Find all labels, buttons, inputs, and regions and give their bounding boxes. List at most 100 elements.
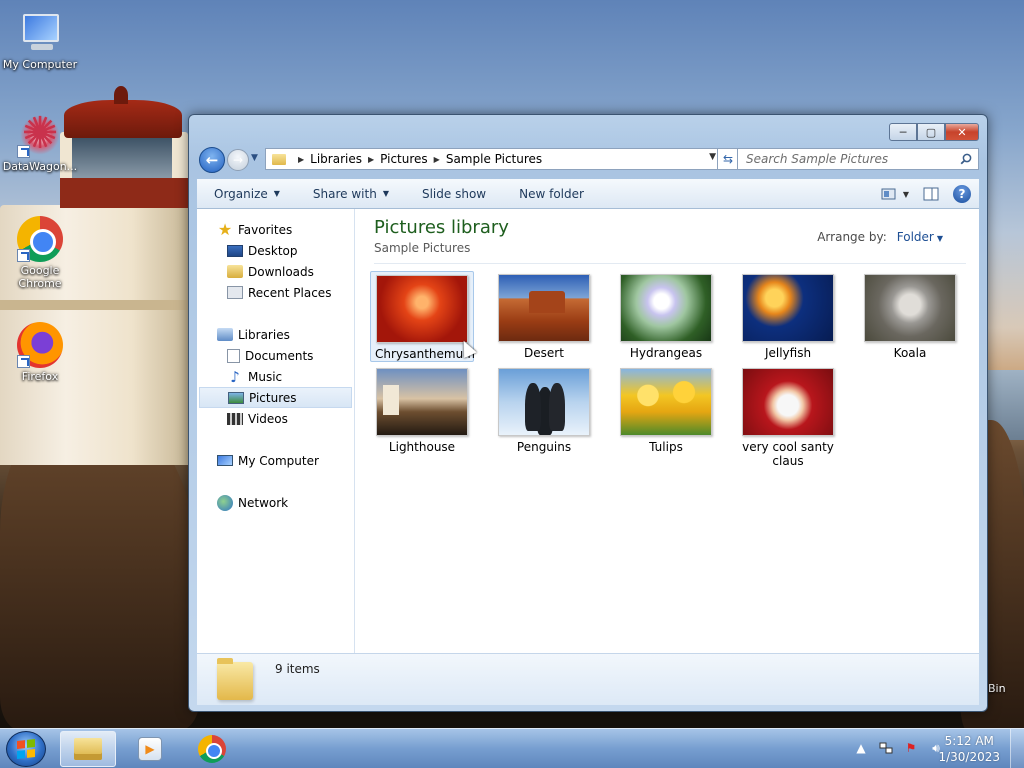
nav-item-videos[interactable]: Videos [197,408,354,429]
minimize-button[interactable]: ─ [889,123,917,141]
chevron-down-icon[interactable]: ▼ [937,234,943,243]
chevron-down-icon: ▼ [251,153,258,163]
recycle-bin-label-partial[interactable]: Bin [988,682,1006,695]
media-player-icon: ▶ [138,737,162,761]
organize-menu-button[interactable]: Organize ▼ [197,179,296,209]
command-bar: Organize ▼ Share with ▼ Slide show New fol… [197,179,979,209]
nav-item-pictures[interactable]: Pictures [199,387,352,408]
breadcrumb-pictures[interactable]: Pictures [380,152,428,166]
file-name: Hydrangeas [629,346,703,360]
address-bar[interactable]: ▶ Libraries ▶ Pictures ▶ Sample Pictures… [265,148,721,170]
explorer-icon [74,738,102,760]
downloads-folder-icon [227,265,243,278]
nav-item-label: My Computer [238,453,319,468]
nav-item-recent-places[interactable]: Recent Places [197,282,354,303]
search-icon[interactable] [960,153,972,165]
libraries-icon [217,328,233,341]
recent-pages-dropdown[interactable]: ▼ [251,153,258,163]
image-thumbnail [498,274,590,342]
file-tile-desert[interactable]: Desert [492,271,596,360]
network-tray-icon[interactable] [878,740,894,756]
nav-item-label: Documents [245,348,314,363]
chevron-down-icon[interactable]: ▼ [903,190,909,199]
close-button[interactable]: ✕ [945,123,979,141]
clock[interactable]: 5:12 AM 1/30/2023 [938,733,1000,765]
file-tile-very-cool-santy-claus[interactable]: very cool santy claus [736,365,840,468]
taskbar-app-windows-media-player[interactable]: ▶ [122,731,178,767]
chrome-icon [17,216,63,262]
search-box[interactable] [737,148,979,170]
navigation-pane: ★ Favorites Desktop Downloads Recent Plac… [197,209,355,653]
wallpaper-lighthouse-roof [64,100,182,138]
view-icon [881,188,896,200]
desktop-icon-my-computer[interactable]: My Computer [0,10,80,71]
videos-icon [227,412,243,425]
taskbar-app-windows-explorer[interactable] [60,731,116,767]
nav-item-my-computer[interactable]: My Computer [197,450,354,471]
nav-item-libraries[interactable]: Libraries [197,324,354,345]
nav-item-network[interactable]: Network [197,492,354,513]
explorer-window[interactable]: ─ ▢ ✕ ← → ▼ ▶ Libraries ▶ Pictures ▶ Sam… [188,114,988,712]
show-desktop-button[interactable] [1010,729,1024,768]
nav-item-documents[interactable]: Documents [197,345,354,366]
organize-label: Organize [214,186,268,201]
firefox-icon [17,322,63,368]
nav-item-desktop[interactable]: Desktop [197,240,354,261]
nav-item-downloads[interactable]: Downloads [197,261,354,282]
desktop-icon-datawagon[interactable]: DataWagon... [0,108,80,173]
breadcrumb-sample-pictures[interactable]: Sample Pictures [446,152,542,166]
arrange-by-dropdown[interactable]: Folder [897,230,934,244]
file-tile-koala[interactable]: Koala [858,271,962,360]
action-center-flag-icon[interactable]: ⚑ [903,740,919,756]
start-button[interactable] [6,731,46,767]
datawagon-icon [17,108,63,159]
back-button[interactable]: ← [199,147,225,173]
breadcrumb-libraries[interactable]: Libraries [310,152,362,166]
desktop-icon-label: Google Chrome [18,264,62,290]
file-tile-lighthouse[interactable]: Lighthouse [370,365,474,454]
recent-places-icon [227,286,243,299]
file-tile-penguins[interactable]: Penguins [492,365,596,454]
nav-item-favorites[interactable]: ★ Favorites [197,219,354,240]
desktop-icon-google-chrome[interactable]: Google Chrome [0,216,80,290]
pictures-icon [228,391,244,404]
taskbar-app-google-chrome[interactable] [184,731,240,767]
breadcrumb-separator-icon[interactable]: ▶ [368,155,374,164]
share-with-menu-button[interactable]: Share with ▼ [296,179,405,209]
image-thumbnail [620,368,712,436]
arrow-right-icon: → [232,153,244,167]
chevron-down-icon: ▼ [273,189,280,198]
address-history-dropdown[interactable]: ▼ [709,152,716,162]
refresh-button[interactable]: ⇆ [717,148,739,170]
show-hidden-icons-button[interactable]: ▲ [853,740,869,756]
nav-item-label: Downloads [248,264,314,279]
breadcrumb-separator-icon[interactable]: ▶ [434,155,440,164]
folder-icon [217,658,253,700]
nav-item-label: Libraries [238,327,290,342]
image-thumbnail [742,368,834,436]
library-subtitle: Sample Pictures [374,241,471,255]
help-button[interactable]: ? [953,183,971,205]
file-tile-hydrangeas[interactable]: Hydrangeas [614,271,718,360]
slide-show-button[interactable]: Slide show [405,179,502,209]
preview-pane-button[interactable] [923,183,939,205]
desktop-icon-label: DataWagon... [2,160,78,173]
breadcrumb-separator-icon[interactable]: ▶ [298,155,304,164]
desktop-icon-firefox[interactable]: Firefox [0,322,80,383]
arrow-left-icon: ← [205,151,219,169]
star-icon: ★ [217,220,233,239]
maximize-button[interactable]: ▢ [917,123,945,141]
change-view-button[interactable]: ▼ [881,183,909,205]
search-input[interactable] [746,152,956,166]
new-folder-button[interactable]: New folder [502,179,600,209]
file-tile-tulips[interactable]: Tulips [614,365,718,454]
help-icon: ? [953,185,971,203]
nav-item-label: Network [238,495,289,510]
desktop-icon-label: My Computer [2,58,78,71]
window-controls: ─ ▢ ✕ [889,123,979,141]
forward-button[interactable]: → [227,149,249,171]
nav-item-music[interactable]: ♪ Music [197,366,354,387]
file-tile-chrysanthemum[interactable]: Chrysanthemum [370,271,475,362]
file-tile-jellyfish[interactable]: Jellyfish [736,271,840,360]
